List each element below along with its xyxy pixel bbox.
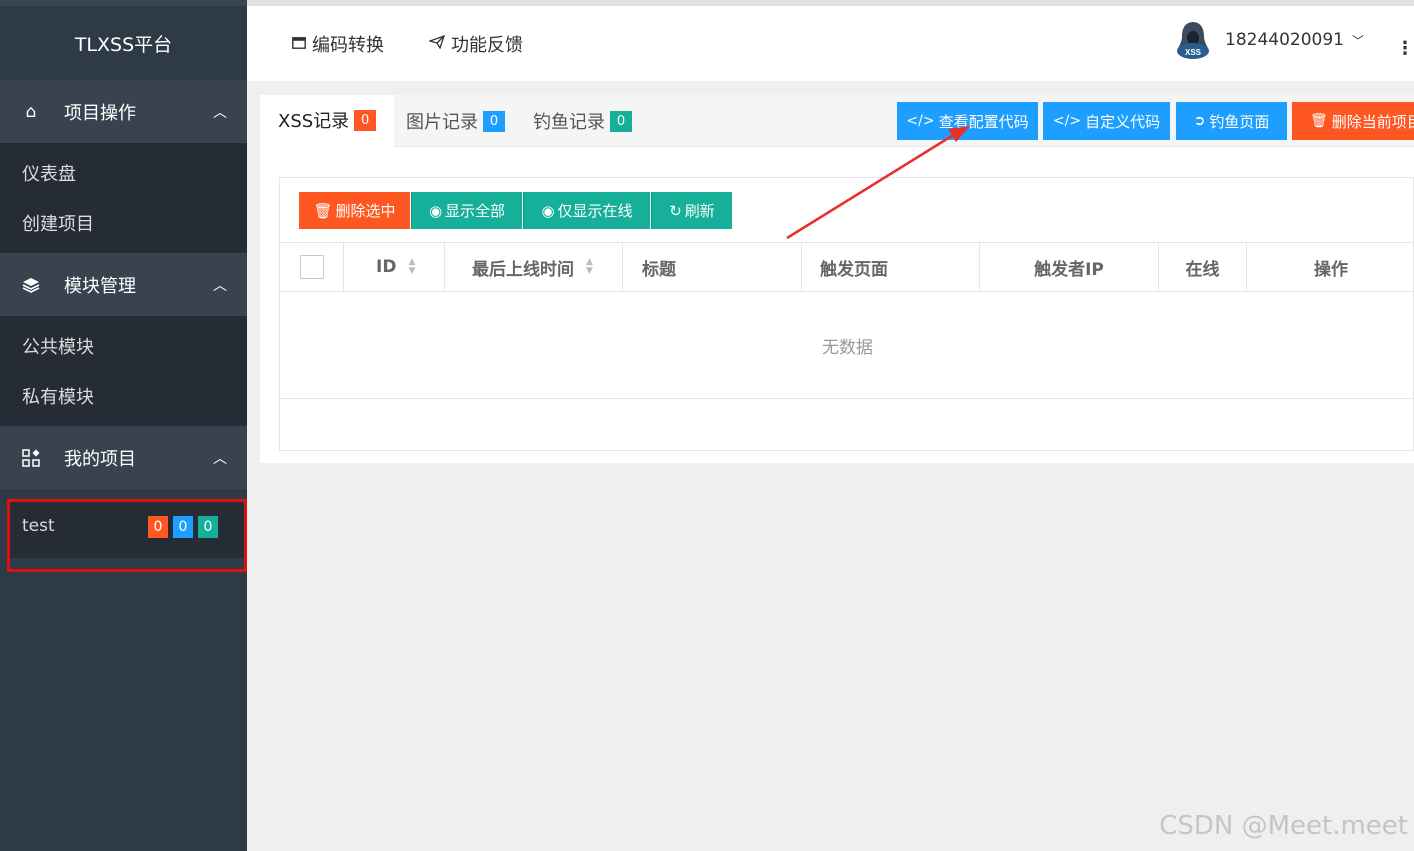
sidebar-item-project-test[interactable]: test 0 0 0 xyxy=(10,502,244,558)
send-icon xyxy=(427,34,446,53)
button-label: 删除选中 xyxy=(335,202,396,220)
empty-state: 无数据 xyxy=(280,293,1414,399)
avatar: XSS xyxy=(1175,20,1211,60)
column-label: 操作 xyxy=(1314,259,1348,280)
show-all-button[interactable]: ◉ 显示全部 xyxy=(411,192,522,229)
eye-icon: ◉ xyxy=(428,201,443,220)
fish-icon: ➲ xyxy=(1193,113,1206,129)
code-icon: </> xyxy=(906,113,935,129)
layers-icon xyxy=(20,276,42,294)
eye-icon: ◉ xyxy=(541,201,555,220)
xss-count-badge: 0 xyxy=(148,516,168,538)
sidebar-item-public-modules[interactable]: 公共模块 xyxy=(0,321,247,371)
button-label: 钓鱼页面 xyxy=(1209,112,1270,131)
button-label: 查看配置代码 xyxy=(938,112,1029,131)
nav-group-label: 项目操作 xyxy=(64,102,136,124)
user-name: 18244020091 xyxy=(1225,30,1344,50)
select-all-checkbox[interactable] xyxy=(299,255,324,279)
nav-group-my-projects[interactable]: 我的项目 ︿ xyxy=(0,426,247,489)
button-label: 删除当前项目 xyxy=(1331,112,1414,131)
select-all-cell xyxy=(280,243,344,291)
encode-convert-label: 编码转换 xyxy=(312,34,384,56)
column-actions: 操作 xyxy=(1247,243,1414,291)
column-online: 在线 xyxy=(1159,243,1247,291)
top-header: 编码转换 功能反馈 XSS 18244020091 ﹀ ⋮ xyxy=(247,0,1414,81)
nav-group-modules[interactable]: 模块管理 ︿ xyxy=(0,253,247,316)
chevron-up-icon: ︿ xyxy=(213,450,227,467)
column-label: 标题 xyxy=(642,259,676,280)
tab-phishing-records[interactable]: 钓鱼记录 0 xyxy=(533,95,632,147)
records-panel: 🗑 删除选中 ◉ 显示全部 ◉ 仅显示在线 ↻ 刷新 ID ▲▼ 最后上线时间 xyxy=(279,177,1414,451)
column-label: ID xyxy=(376,257,397,277)
button-label: 显示全部 xyxy=(445,202,506,220)
chevron-up-icon: ︿ xyxy=(213,277,227,294)
table-header: ID ▲ ▼ 最后上线时间 ▲ ▼ 标题 触发页面 触发者IP 在线 操作 xyxy=(280,242,1414,292)
app-logo[interactable]: TLXSS平台 xyxy=(0,0,247,80)
view-config-code-button[interactable]: </> 查看配置代码 xyxy=(897,102,1038,140)
column-last-online[interactable]: 最后上线时间 ▲ ▼ xyxy=(445,243,623,291)
button-label: 仅显示在线 xyxy=(557,202,633,220)
home-icon: ⌂ xyxy=(25,101,37,122)
column-trigger-page: 触发页面 xyxy=(802,243,980,291)
tab-count-badge: 0 xyxy=(483,110,505,132)
tab-label: 钓鱼记录 xyxy=(533,112,605,133)
column-label: 在线 xyxy=(1185,259,1220,280)
delete-selected-button[interactable]: 🗑 删除选中 xyxy=(299,192,410,229)
column-label: 最后上线时间 xyxy=(472,259,574,280)
phish-count-badge: 0 xyxy=(198,516,218,538)
feedback-link[interactable]: 功能反馈 xyxy=(427,31,523,57)
column-id[interactable]: ID ▲ ▼ xyxy=(344,243,445,291)
tab-count-badge: 0 xyxy=(354,109,377,131)
show-online-only-button[interactable]: ◉ 仅显示在线 xyxy=(523,192,650,229)
project-name: test xyxy=(22,516,55,536)
highlight-box: test 0 0 0 xyxy=(7,499,247,572)
sidebar: TLXSS平台 ⌂ 项目操作 ︿ 仪表盘 创建项目 模块管理 ︿ 公共模块 私有… xyxy=(0,0,247,851)
refresh-button[interactable]: ↻ 刷新 xyxy=(651,192,732,229)
button-label: 自定义代码 xyxy=(1085,112,1161,131)
avatar-text: XSS xyxy=(1185,48,1202,57)
encode-convert-link[interactable]: 编码转换 xyxy=(292,31,384,57)
tab-xss-records[interactable]: XSS记录 0 xyxy=(260,95,395,147)
tab-label: XSS记录 xyxy=(278,111,350,132)
chevron-down-icon: ﹀ xyxy=(1351,33,1364,48)
nav-group-label: 我的项目 xyxy=(64,448,136,470)
record-tabs: XSS记录 0 图片记录 0 钓鱼记录 0 </> 查看配置代码 </> 自定义… xyxy=(260,95,1414,147)
image-count-badge: 0 xyxy=(173,516,193,538)
main-card: XSS记录 0 图片记录 0 钓鱼记录 0 </> 查看配置代码 </> 自定义… xyxy=(260,95,1414,463)
nav-group-label: 模块管理 xyxy=(64,275,136,297)
sidebar-item-dashboard[interactable]: 仪表盘 xyxy=(0,148,247,198)
more-icon[interactable]: ⋮ xyxy=(1396,38,1414,59)
sidebar-item-private-modules[interactable]: 私有模块 xyxy=(0,371,247,421)
tab-label: 图片记录 xyxy=(406,112,478,133)
refresh-icon: ↻ xyxy=(669,201,682,220)
column-title: 标题 xyxy=(623,243,802,291)
watermark: CSDN @Meet.meet xyxy=(1159,811,1408,841)
phishing-page-button[interactable]: ➲ 钓鱼页面 xyxy=(1176,102,1287,140)
button-label: 刷新 xyxy=(684,202,715,220)
user-menu[interactable]: XSS 18244020091 ﹀ xyxy=(1175,20,1364,60)
sidebar-item-create-project[interactable]: 创建项目 xyxy=(0,198,247,248)
sort-icon[interactable]: ▲ ▼ xyxy=(408,258,415,276)
feedback-label: 功能反馈 xyxy=(451,34,523,56)
nav-items-project-ops: 仪表盘 创建项目 xyxy=(0,143,247,253)
chevron-up-icon: ︿ xyxy=(213,104,227,121)
column-label: 触发者IP xyxy=(1034,259,1104,280)
column-label: 触发页面 xyxy=(820,259,888,280)
window-icon xyxy=(292,34,306,53)
trash-icon: 🗑 xyxy=(1310,113,1328,129)
column-trigger-ip: 触发者IP xyxy=(980,243,1159,291)
sort-icon[interactable]: ▲ ▼ xyxy=(586,258,593,276)
project-badges: 0 0 0 xyxy=(148,516,218,538)
tab-count-badge: 0 xyxy=(610,110,632,132)
trash-icon: 🗑 xyxy=(313,201,333,220)
tab-image-records[interactable]: 图片记录 0 xyxy=(406,95,505,147)
apps-icon xyxy=(20,448,42,467)
custom-code-button[interactable]: </> 自定义代码 xyxy=(1043,102,1170,140)
delete-project-button[interactable]: 🗑 删除当前项目 xyxy=(1292,102,1414,140)
code-icon: </> xyxy=(1052,113,1082,129)
nav-group-project-ops[interactable]: ⌂ 项目操作 ︿ xyxy=(0,80,247,143)
nav-items-modules: 公共模块 私有模块 xyxy=(0,316,247,426)
